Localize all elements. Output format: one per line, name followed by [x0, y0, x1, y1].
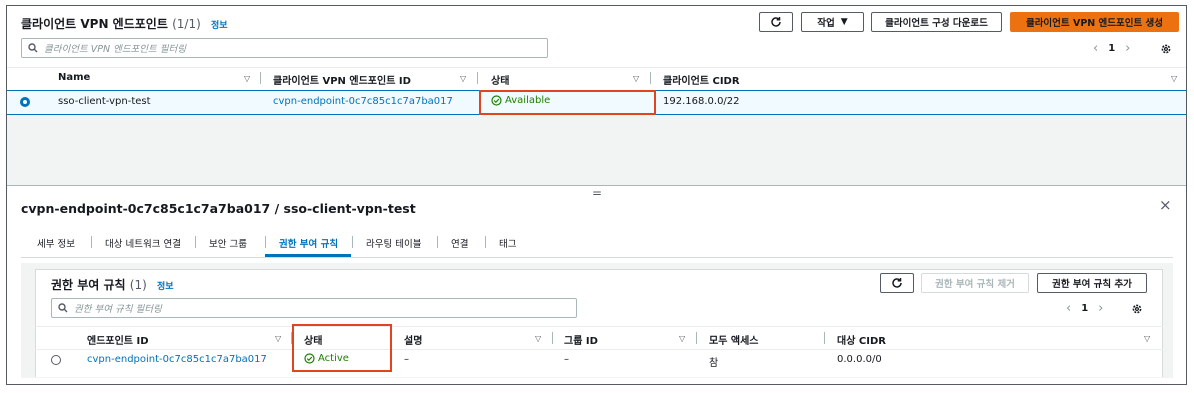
col-header-target-cidr[interactable]: 대상 CIDR [837, 332, 886, 347]
divider [7, 67, 1186, 68]
tab-divider [91, 236, 92, 248]
auth-title-text: 권한 부여 규칙 [51, 278, 126, 292]
search-icon [58, 303, 68, 313]
gear-icon[interactable] [1160, 43, 1172, 55]
splitter-handle[interactable]: = [592, 186, 602, 200]
highlight-box [479, 90, 656, 115]
column-divider [650, 72, 651, 84]
page-title: 클라이언트 VPN 엔드포인트 (1/1) 정보 [21, 15, 228, 32]
col-header-endpoint-id[interactable]: 엔드포인트 ID [87, 332, 149, 347]
col-header-endpoint-id[interactable]: 클라이언트 VPN 엔드포인트 ID [273, 72, 411, 87]
column-divider [552, 332, 553, 344]
row-radio[interactable] [20, 97, 30, 107]
column-divider [477, 72, 478, 84]
top-pagination: ‹ 1 › [1093, 41, 1130, 56]
tab-divider [485, 236, 486, 248]
page-number[interactable]: 1 [1108, 43, 1115, 54]
sort-icon[interactable]: ▽ [633, 74, 639, 83]
page-title-text: 클라이언트 VPN 엔드포인트 [21, 17, 168, 31]
sort-icon[interactable]: ▽ [535, 334, 541, 343]
sort-icon[interactable]: ▽ [275, 334, 281, 343]
next-page-icon[interactable]: › [1098, 301, 1103, 316]
column-divider [696, 332, 697, 344]
refresh-icon [892, 278, 902, 288]
console-frame: 클라이언트 VPN 엔드포인트 (1/1) 정보 작업 ▼ 클라이언트 구성 다… [6, 5, 1187, 385]
tabs-divider [21, 257, 1173, 258]
tab-divider [195, 236, 196, 248]
auth-header-divider [35, 349, 1163, 350]
tab-divider [352, 236, 353, 248]
sort-icon[interactable]: ▽ [244, 74, 250, 83]
caret-down-icon: ▼ [840, 17, 848, 27]
prev-page-icon[interactable]: ‹ [1066, 301, 1071, 316]
rule-target-cidr: 0.0.0.0/0 [837, 354, 882, 365]
empty-area [7, 115, 1186, 185]
col-header-group-id[interactable]: 그룹 ID [564, 332, 598, 347]
rule-group-id: – [564, 354, 569, 365]
auth-refresh-button[interactable] [880, 273, 914, 293]
col-header-name[interactable]: Name [58, 72, 90, 83]
tab-target-network[interactable]: 대상 네트워크 연결 [105, 236, 181, 250]
tab-authorization-rules[interactable]: 권한 부여 규칙 [279, 236, 338, 250]
actions-label: 작업 [817, 18, 835, 29]
add-rule-button[interactable]: 권한 부여 규칙 추가 [1037, 273, 1147, 293]
tab-details[interactable]: 세부 정보 [37, 236, 75, 250]
tab-divider [437, 236, 438, 248]
sort-icon[interactable]: ▽ [460, 74, 466, 83]
search-placeholder: 클라이언트 VPN 엔드포인트 필터링 [44, 44, 187, 55]
endpoint-search-input[interactable]: 클라이언트 VPN 엔드포인트 필터링 [21, 38, 548, 58]
remove-rule-button[interactable]: 권한 부여 규칙 제거 [921, 273, 1029, 293]
tab-security-groups[interactable]: 보안 그룹 [209, 236, 247, 250]
auth-count: (1) [129, 278, 147, 292]
col-header-description[interactable]: 설명 [404, 332, 422, 347]
column-divider [824, 332, 825, 344]
tab-divider [265, 236, 266, 248]
col-header-client-cidr[interactable]: 클라이언트 CIDR [663, 72, 740, 87]
refresh-button[interactable] [759, 12, 793, 32]
create-endpoint-button[interactable]: 클라이언트 VPN 엔드포인트 생성 [1010, 12, 1179, 32]
rule-row-radio[interactable] [51, 355, 61, 365]
row-endpoint-link[interactable]: cvpn-endpoint-0c7c85c1c7a7ba017 [273, 96, 453, 107]
search-icon [28, 43, 38, 53]
close-icon[interactable]: × [1159, 196, 1172, 214]
auth-divider [35, 326, 1163, 327]
rule-description: – [404, 354, 409, 365]
rule-endpoint-link[interactable]: cvpn-endpoint-0c7c85c1c7a7ba017 [87, 354, 267, 365]
gear-icon[interactable] [1131, 303, 1143, 315]
sort-icon[interactable]: ▽ [679, 334, 685, 343]
sort-icon[interactable]: ▽ [1144, 334, 1150, 343]
next-page-icon[interactable]: › [1125, 41, 1130, 56]
info-link[interactable]: 정보 [211, 21, 228, 31]
auth-info-link[interactable]: 정보 [157, 282, 174, 292]
row-name: sso-client-vpn-test [58, 96, 151, 107]
highlight-box [292, 324, 392, 372]
col-header-status[interactable]: 상태 [491, 72, 509, 87]
tab-connections[interactable]: 연결 [451, 236, 468, 250]
download-config-button[interactable]: 클라이언트 구성 다운로드 [871, 12, 1002, 32]
row-cidr: 192.168.0.0/22 [663, 96, 740, 107]
actions-button[interactable]: 작업 ▼ [801, 12, 864, 32]
col-header-all-access[interactable]: 모두 액세스 [709, 332, 758, 347]
refresh-icon [771, 17, 781, 27]
column-divider [260, 72, 261, 84]
rule-all-access: 참 [709, 358, 719, 369]
rule-search-placeholder: 권한 부여 규칙 필터링 [74, 304, 162, 315]
detail-title: cvpn-endpoint-0c7c85c1c7a7ba017 / sso-cl… [21, 201, 416, 216]
tab-route-table[interactable]: 라우팅 테이블 [366, 236, 421, 250]
sort-icon[interactable]: ▽ [1171, 74, 1177, 83]
auth-pagination: ‹ 1 › [1066, 301, 1103, 316]
tab-tags[interactable]: 태그 [499, 236, 516, 250]
rule-search-input[interactable]: 권한 부여 규칙 필터링 [51, 298, 577, 318]
auth-title: 권한 부여 규칙 (1) 정보 [51, 276, 174, 293]
prev-page-icon[interactable]: ‹ [1093, 41, 1098, 56]
selection-count: (1/1) [172, 17, 201, 31]
auth-page-number[interactable]: 1 [1081, 303, 1088, 314]
